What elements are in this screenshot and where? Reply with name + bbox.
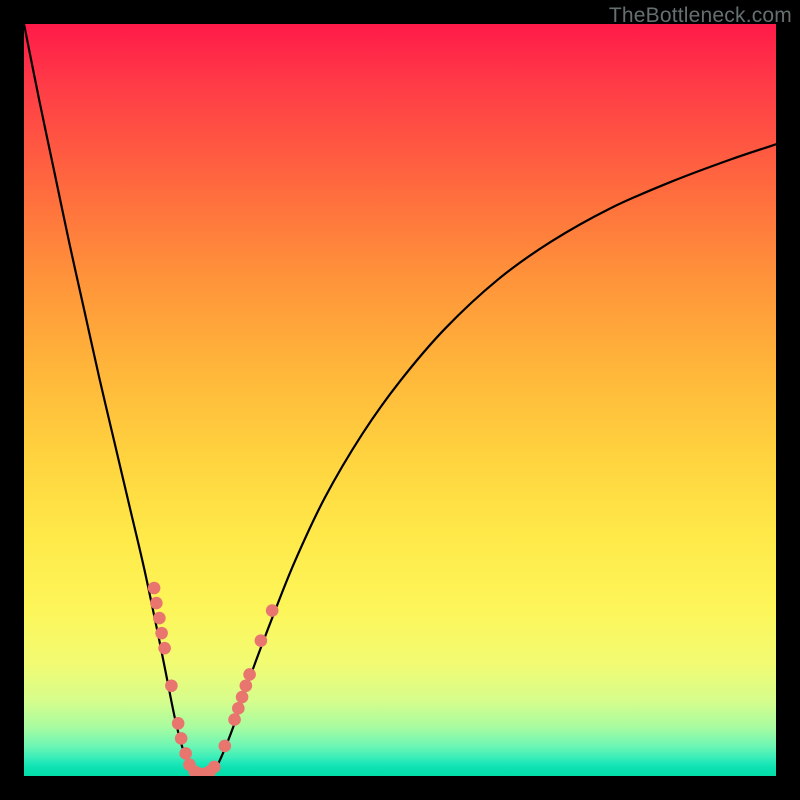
curve-marker	[165, 679, 178, 692]
curve-marker	[208, 761, 221, 774]
curve-marker	[148, 582, 161, 595]
curve-marker	[175, 732, 188, 745]
bottleneck-curve	[24, 24, 776, 775]
curve-marker	[153, 612, 166, 625]
chart-frame: TheBottleneck.com	[0, 0, 800, 800]
curve-marker	[158, 642, 171, 655]
curve-marker	[232, 702, 245, 715]
curve-marker	[236, 691, 249, 704]
curve-marker	[179, 747, 192, 760]
plot-area	[24, 24, 776, 776]
curve-marker	[150, 597, 163, 610]
curve-marker	[155, 627, 168, 640]
watermark-text: TheBottleneck.com	[609, 4, 792, 28]
bottleneck-curve-svg	[24, 24, 776, 776]
curve-marker	[255, 634, 268, 647]
curve-marker	[240, 679, 253, 692]
curve-marker	[172, 717, 185, 730]
curve-marker	[243, 668, 256, 681]
curve-marker	[266, 604, 279, 617]
curve-marker	[218, 740, 231, 753]
curve-marker	[228, 713, 241, 726]
